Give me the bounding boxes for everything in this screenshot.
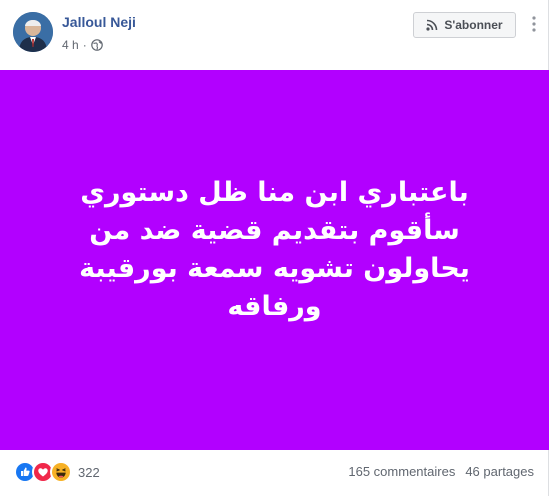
shares-count-link[interactable]: 46 partages [465,464,534,479]
counts-spacer [455,464,465,479]
rss-icon [426,19,438,31]
post-card: Jalloul Neji 4 h · S'abonner باعتباري اب… [0,0,549,496]
post-text: باعتباري ابن منا ظل دستوري سأقوم بتقديم … [79,177,470,322]
author-name[interactable]: Jalloul Neji [62,14,136,30]
reactions-summary[interactable]: 322 [14,461,100,483]
post-header: Jalloul Neji 4 h · S'abonner [0,0,549,70]
post-background: باعتباري ابن منا ظل دستوري سأقوم بتقديم … [0,70,549,450]
meta-separator: · [82,38,87,52]
subscribe-label: S'abonner [444,18,503,32]
author-avatar[interactable] [13,12,53,52]
ellipsis-icon[interactable] [527,14,541,34]
comments-count-link[interactable]: 165 commentaires [348,464,455,479]
engagement-counts: 165 commentaires 46 partages [348,464,534,479]
haha-icon [50,461,72,483]
post-footer: 322 165 commentaires 46 partages [0,450,549,496]
post-meta: 4 h · [62,38,103,52]
globe-icon[interactable] [90,39,103,51]
post-timestamp[interactable]: 4 h [62,38,79,52]
subscribe-button[interactable]: S'abonner [413,12,516,38]
reaction-count: 322 [78,464,100,480]
